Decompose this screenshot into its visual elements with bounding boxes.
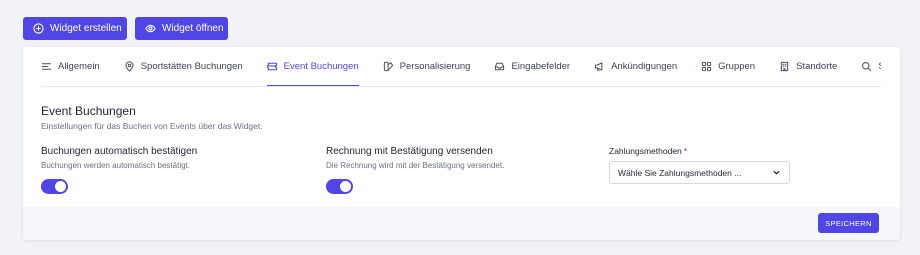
required-marker: * [683, 146, 688, 156]
payment-methods-label-text: Zahlungsmethoden [609, 146, 682, 156]
invoice-hint: Die Rechnung wird mit der Bestätigung ve… [326, 161, 505, 170]
tab-bar: Allgemein Sportstätten Buchungen Event Buc… [41, 47, 881, 87]
tab-label: Eingabefelder [511, 61, 571, 72]
invoice-setting: Rechnung mit Bestätigung versenden Die R… [326, 146, 504, 170]
settings-card: Allgemein Sportstätten Buchungen Event Buc… [23, 47, 900, 240]
tab-label: Ankündigungen [611, 61, 678, 72]
palette-icon [383, 61, 394, 72]
chevron-down-icon [772, 168, 781, 177]
building-icon [779, 61, 790, 72]
tab-eingabefelder[interactable]: Eingabefelder [494, 47, 570, 86]
tab-personalisierung[interactable]: Personalisierung [383, 47, 471, 86]
auto-confirm-setting: Buchungen automatisch bestätigen Buchung… [41, 146, 197, 170]
ticket-icon [266, 61, 278, 72]
invoice-label: Rechnung mit Bestätigung versenden [326, 146, 493, 157]
card-footer [23, 207, 900, 240]
widget-create-button[interactable]: Widget erstellen [23, 17, 127, 40]
align-left-icon [41, 61, 52, 72]
tab-suche[interactable]: Suche [861, 47, 881, 86]
tab-gruppen[interactable]: Gruppen [701, 47, 755, 86]
auto-confirm-hint: Buchungen werden automatisch bestätigt. [41, 161, 190, 170]
widget-open-label: Widget öffnen [162, 23, 224, 34]
megaphone-icon [594, 61, 605, 72]
payment-methods-select[interactable]: Wähle Sie Zahlungsmethoden ... [609, 161, 790, 184]
save-button[interactable]: SPEICHERN [818, 213, 879, 233]
widget-open-button[interactable]: Widget öffnen [135, 17, 228, 40]
tab-allgemein[interactable]: Allgemein [41, 47, 100, 86]
tab-event-buchungen[interactable]: Event Buchungen [266, 47, 359, 86]
search-icon [861, 61, 872, 72]
tab-label: Standorte [796, 61, 838, 72]
tab-label: Allgemein [58, 61, 100, 72]
section-description: Einstellungen für das Buchen von Events … [41, 121, 263, 131]
toggle-knob [55, 181, 66, 192]
tab-ankündigungen[interactable]: Ankündigungen [594, 47, 677, 86]
grid-icon [701, 61, 712, 72]
auto-confirm-toggle[interactable] [41, 179, 68, 194]
tab-label: Personalisierung [399, 61, 471, 72]
section-title: Event Buchungen [41, 104, 136, 118]
auto-confirm-label: Buchungen automatisch bestätigen [41, 146, 198, 157]
payment-methods-label: Zahlungsmethoden * [609, 146, 687, 156]
invoice-toggle[interactable] [326, 179, 353, 194]
tab-standorte[interactable]: Standorte [779, 47, 837, 86]
toggle-knob [340, 181, 351, 192]
eye-icon [145, 23, 156, 34]
tab-label: Event Buchungen [283, 61, 359, 72]
tab-label: Gruppen [718, 61, 756, 72]
tab-sportstätten-buchungen[interactable]: Sportstätten Buchungen [124, 47, 243, 86]
payment-methods-placeholder: Wähle Sie Zahlungsmethoden ... [618, 167, 742, 178]
widget-create-label: Widget erstellen [50, 23, 122, 34]
map-pin-icon [124, 61, 135, 72]
tab-label: Sportstätten Buchungen [140, 61, 243, 72]
tab-label: Suche [878, 61, 881, 72]
plus-circle-icon [33, 23, 44, 34]
inbox-icon [494, 61, 505, 72]
